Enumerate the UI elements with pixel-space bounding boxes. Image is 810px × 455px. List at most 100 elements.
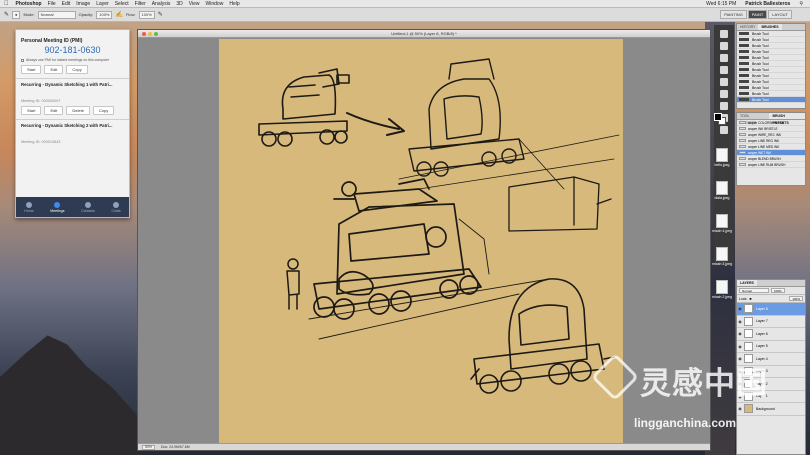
- tab-tool-presets[interactable]: TOOL PRESETS: [737, 113, 769, 125]
- menu-file[interactable]: File: [45, 1, 59, 7]
- menu-layer[interactable]: Layer: [93, 1, 112, 7]
- layer-fill-field[interactable]: 100%: [789, 296, 803, 301]
- menu-filter[interactable]: Filter: [132, 1, 149, 7]
- close-icon[interactable]: [142, 32, 146, 36]
- vehicle-sketch: [258, 58, 620, 394]
- preset-item[interactable]: aroper LINE RUM BRUSH: [737, 162, 805, 168]
- pmi-edit-button[interactable]: Edit: [44, 65, 64, 74]
- brush-stroke-icon: [739, 44, 749, 47]
- workspace-tab-painting[interactable]: PAINTING: [720, 10, 747, 19]
- color-swatches[interactable]: [714, 113, 726, 125]
- workspace-tab-paint[interactable]: PAINT: [747, 10, 768, 19]
- layer-row[interactable]: ◉ Layer 5: [737, 341, 805, 353]
- pmi-start-button[interactable]: Start: [21, 65, 42, 74]
- document-size: Doc: 24.9M/67.6M: [161, 445, 190, 449]
- preset-icon: [739, 145, 746, 148]
- mode-select[interactable]: Normal: [37, 10, 76, 19]
- brush-stroke-icon: [739, 62, 749, 65]
- crop-tool-icon[interactable]: [720, 66, 728, 74]
- tab-brush-presets[interactable]: BRUSH PRESETS: [769, 113, 805, 125]
- blend-mode-select[interactable]: Normal: [739, 288, 769, 293]
- layer-row[interactable]: ◉ Layer 7: [737, 316, 805, 328]
- menu-analysis[interactable]: Analysis: [149, 1, 174, 7]
- lasso-tool-icon[interactable]: [720, 54, 728, 62]
- maximize-icon[interactable]: [154, 32, 158, 36]
- layer-thumbnail: [744, 304, 753, 314]
- preset-icon: [739, 151, 746, 154]
- eye-icon[interactable]: ◉: [737, 331, 743, 336]
- meeting-item[interactable]: Recurring - Dynamic Sketching 1 with Pat…: [16, 78, 129, 115]
- mode-label: Mode:: [23, 12, 35, 17]
- layer-blend-row: Normal 100%: [737, 287, 805, 295]
- tab-layers[interactable]: LAYERS: [737, 280, 757, 286]
- opacity-field[interactable]: 100%: [96, 10, 113, 19]
- meeting-title: Recurring - Dynamic Sketching 1 with Pat…: [21, 82, 113, 87]
- menu-edit[interactable]: Edit: [59, 1, 74, 7]
- image-file-icon: [716, 181, 728, 195]
- airbrush-icon[interactable]: ✎: [158, 11, 163, 18]
- menu-select[interactable]: Select: [112, 1, 132, 7]
- foreground-color[interactable]: [714, 113, 722, 121]
- meeting-start-button[interactable]: Start: [21, 106, 42, 115]
- meeting-copy-button[interactable]: Copy: [92, 106, 115, 115]
- menu-help[interactable]: Help: [226, 1, 242, 7]
- nav-meetings[interactable]: Meetings: [50, 201, 64, 213]
- apple-icon[interactable]: : [0, 1, 13, 7]
- file-icon[interactable]: micah 3.jpeg: [709, 247, 735, 266]
- lock-icon[interactable]: ■: [749, 297, 751, 301]
- preset-icon: [739, 157, 746, 160]
- workspace-tab-layout[interactable]: LAYOUT: [768, 10, 792, 19]
- minimize-icon[interactable]: [148, 32, 152, 36]
- move-tool-icon[interactable]: [720, 30, 728, 38]
- tab-history[interactable]: HISTORY: [737, 24, 758, 30]
- drawing-canvas[interactable]: [219, 39, 623, 443]
- eyedropper-tool-icon[interactable]: [720, 78, 728, 86]
- eye-icon[interactable]: ◉: [737, 344, 743, 349]
- app-menu[interactable]: Photoshop: [13, 1, 45, 7]
- menu-window[interactable]: Window: [203, 1, 227, 7]
- pressure-opacity-icon[interactable]: ✍: [115, 11, 122, 18]
- pmi-checkbox-row[interactable]: Always use PMI for instant meetings on t…: [16, 55, 129, 62]
- file-icon[interactable]: dlala.jpeg: [709, 181, 735, 200]
- opacity-label: Opacity:: [78, 12, 94, 17]
- image-file-icon: [716, 214, 728, 228]
- pmi-copy-button[interactable]: Copy: [66, 65, 88, 74]
- eye-icon[interactable]: ◉: [737, 306, 743, 311]
- meeting-delete-button[interactable]: Delete: [66, 106, 90, 115]
- checkbox-icon[interactable]: [21, 58, 24, 62]
- brush-tool-icon[interactable]: [720, 102, 728, 110]
- healing-tool-icon[interactable]: [720, 90, 728, 98]
- list-item[interactable]: Brush Tool: [737, 97, 805, 103]
- menu-3d[interactable]: 3D: [173, 1, 185, 7]
- menu-view[interactable]: View: [186, 1, 203, 7]
- file-icon[interactable]: micah 2.jpeg: [709, 280, 735, 299]
- menu-image[interactable]: Image: [73, 1, 93, 7]
- clock[interactable]: Wed 6:15 PM: [703, 1, 739, 7]
- nav-contacts[interactable]: Contacts: [81, 201, 95, 213]
- brush-stroke-icon: [739, 38, 749, 41]
- sketch-arrow: [346, 112, 405, 136]
- user-name[interactable]: Patrick Ballesteros: [742, 1, 793, 7]
- layer-thumbnail: [744, 329, 753, 339]
- nav-home[interactable]: Home: [24, 201, 34, 213]
- document-titlebar[interactable]: Untitled-1 @ 50% (Layer 8, RGB/8) *: [138, 30, 710, 38]
- marquee-tool-icon[interactable]: [720, 42, 728, 50]
- nav-chats[interactable]: Chats: [111, 201, 121, 213]
- brush-tool-icon[interactable]: ✎: [4, 11, 9, 18]
- brush-size-preset[interactable]: ●: [12, 10, 21, 19]
- layer-row[interactable]: ◉ Layer 8: [737, 303, 805, 316]
- eraser-tool-icon[interactable]: [720, 126, 728, 134]
- file-icon[interactable]: micah 4.jpeg: [709, 214, 735, 233]
- file-icon[interactable]: bello.jpeg: [709, 148, 735, 167]
- search-icon[interactable]: ⚲: [796, 1, 806, 7]
- lock-label: Lock:: [739, 296, 748, 301]
- layer-opacity-field[interactable]: 100%: [771, 288, 785, 293]
- meeting-item[interactable]: Recurring - Dynamic Sketching 2 with Pat…: [16, 119, 129, 144]
- layer-row[interactable]: ◉ Layer 6: [737, 328, 805, 341]
- tab-brushes[interactable]: BRUSHES: [758, 24, 782, 30]
- flow-field[interactable]: 100%: [138, 10, 155, 19]
- meeting-edit-button[interactable]: Edit: [44, 106, 64, 115]
- contacts-icon: [84, 201, 91, 208]
- zoom-level[interactable]: 50%: [142, 444, 156, 450]
- eye-icon[interactable]: ◉: [737, 319, 743, 324]
